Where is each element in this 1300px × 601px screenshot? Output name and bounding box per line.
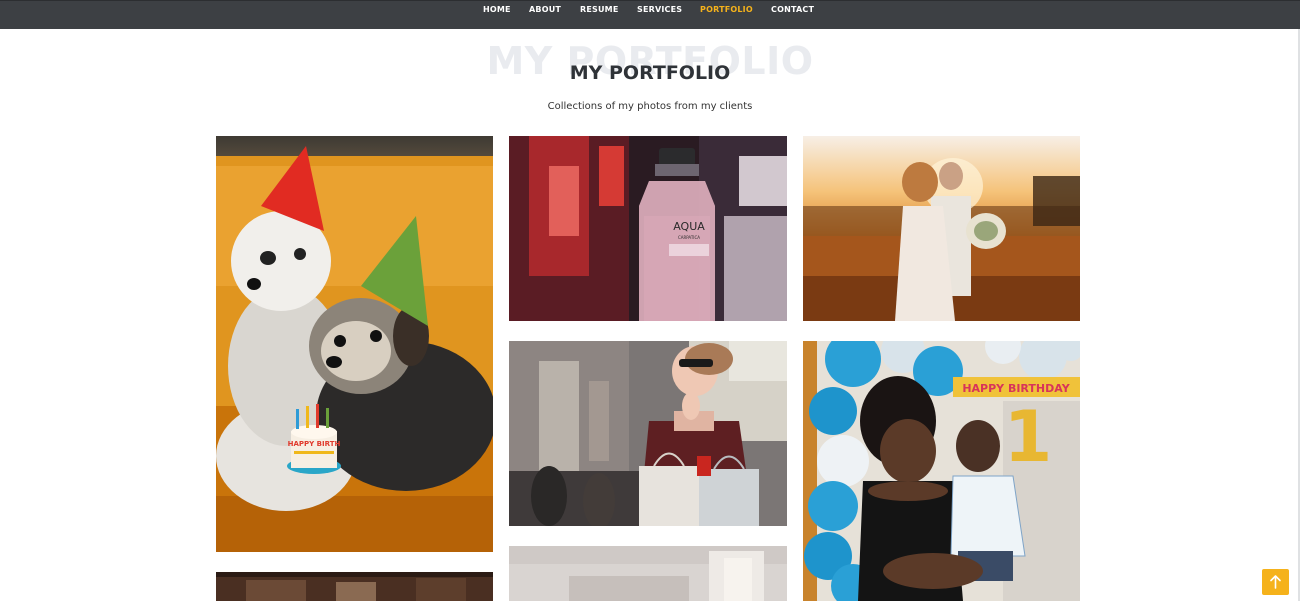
- cake-text: HAPPY BIRTH: [288, 440, 341, 448]
- nav-item-services[interactable]: SERVICES: [637, 5, 682, 14]
- nav-item-home[interactable]: HOME: [483, 5, 511, 14]
- portfolio-item-shopping[interactable]: [509, 341, 787, 526]
- nav-menu: HOME ABOUT RESUME SERVICES PORTFOLIO CON…: [0, 1, 1300, 19]
- top-navbar: HOME ABOUT RESUME SERVICES PORTFOLIO CON…: [0, 0, 1300, 29]
- arrow-up-icon: [1270, 575, 1281, 589]
- kitchen-photo: [509, 546, 787, 601]
- nav-item-portfolio[interactable]: PORTFOLIO: [700, 5, 753, 14]
- page-subtitle: Collections of my photos from my clients: [547, 101, 753, 112]
- portfolio-item-birthday[interactable]: HAPPY BIRTHDAY 1: [803, 341, 1080, 601]
- bottle-sublabel: CARPATICA: [678, 235, 700, 240]
- birthday-photo: HAPPY BIRTHDAY 1: [803, 341, 1080, 601]
- page-title: MY PORTFOLIO: [569, 62, 731, 84]
- interior-photo: [216, 572, 493, 601]
- back-to-top-button[interactable]: [1262, 569, 1289, 595]
- dogs-photo: HAPPY BIRTH: [216, 136, 493, 552]
- portfolio-item-interior[interactable]: [216, 572, 493, 601]
- bottle-label: AQUA: [673, 220, 705, 233]
- portfolio-item-dogs[interactable]: HAPPY BIRTH: [216, 136, 493, 552]
- portfolio-heading: MY PORTFOLIO MY PORTFOLIO Collections of…: [0, 29, 1300, 129]
- number-balloon: 1: [1004, 396, 1053, 478]
- banner-text: HAPPY BIRTHDAY: [962, 382, 1070, 395]
- nav-item-about[interactable]: ABOUT: [529, 5, 561, 14]
- portfolio-item-kitchen[interactable]: [509, 546, 787, 601]
- nav-item-resume[interactable]: RESUME: [580, 5, 619, 14]
- bottle-photo: AQUA CARPATICA: [509, 136, 787, 321]
- portfolio-item-bottle[interactable]: AQUA CARPATICA: [509, 136, 787, 321]
- wedding-photo: [803, 136, 1080, 321]
- nav-item-contact[interactable]: CONTACT: [771, 5, 814, 14]
- shopping-photo: [509, 341, 787, 526]
- portfolio-item-wedding[interactable]: [803, 136, 1080, 321]
